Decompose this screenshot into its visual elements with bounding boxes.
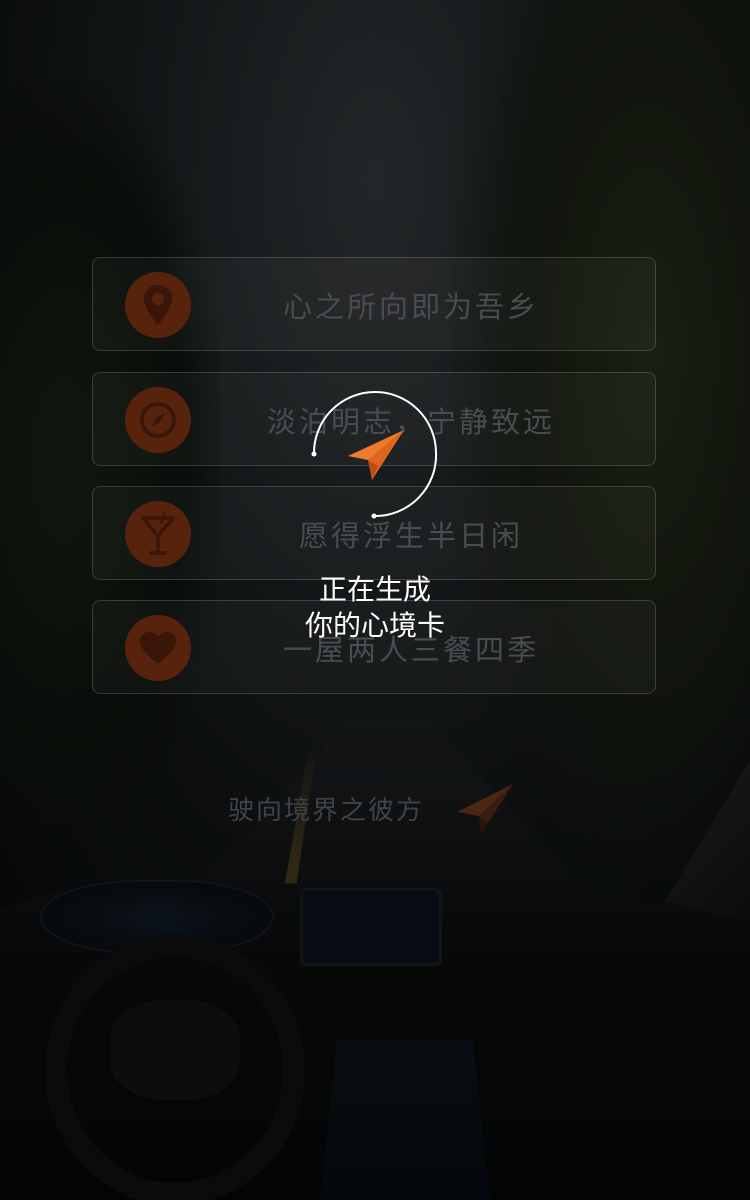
map-pin-icon (144, 285, 172, 325)
paper-plane-icon (457, 784, 513, 834)
loading-line-1: 正在生成 (318, 573, 431, 606)
option-icon-circle (125, 272, 191, 338)
paper-plane-icon (348, 430, 404, 480)
loading-line-2: 你的心境卡 (304, 609, 445, 642)
compass-icon (140, 402, 176, 438)
loading-spinner (311, 391, 438, 519)
option-card-1[interactable]: 心之所向即为吾乡 (92, 257, 656, 351)
loading-message: 正在生成 你的心境卡 (0, 572, 750, 644)
cocktail-icon (141, 511, 175, 555)
option-icon-circle (125, 501, 191, 567)
option-label: 心之所向即为吾乡 (282, 290, 539, 324)
tagline: 驶向境界之彼方 (228, 796, 425, 826)
option-icon-circle (125, 387, 191, 453)
